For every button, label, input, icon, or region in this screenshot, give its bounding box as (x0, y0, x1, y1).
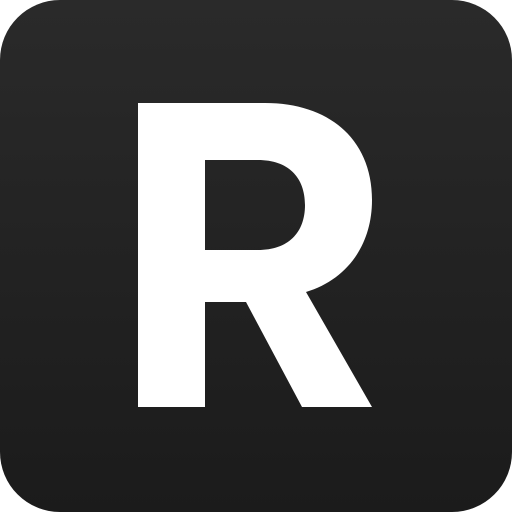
app-icon[interactable] (0, 0, 512, 512)
letter-r-logo (0, 0, 512, 512)
r-glyph-icon (138, 103, 372, 407)
